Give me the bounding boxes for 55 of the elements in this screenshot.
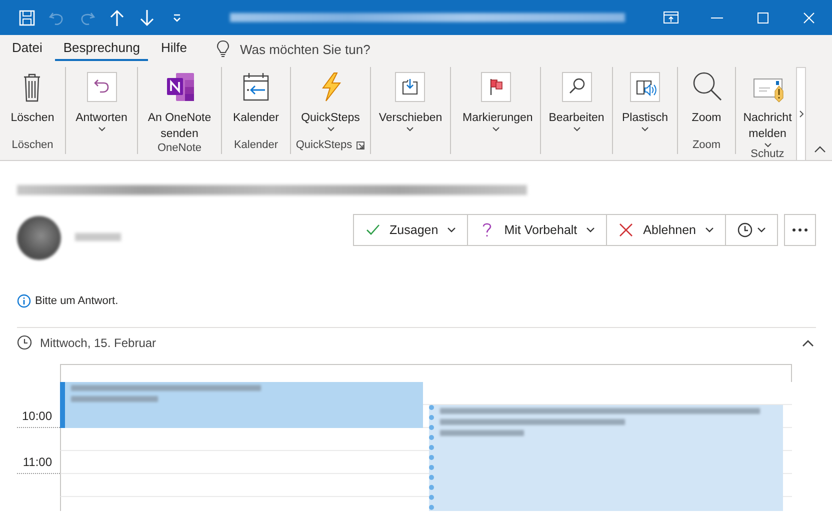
ribbon-button[interactable]: Bearbeiten bbox=[544, 71, 608, 152]
magnifier-icon bbox=[560, 71, 592, 103]
ribbon-tab[interactable]: Hilfe bbox=[152, 37, 195, 61]
ribbon-button[interactable]: QuickSteps bbox=[297, 71, 364, 139]
chevron-up-icon bbox=[802, 338, 814, 346]
dialog-launcher-button[interactable] bbox=[356, 141, 366, 150]
ribbon-tab[interactable]: Besprechung bbox=[55, 37, 148, 61]
group-label: Schutz bbox=[750, 148, 784, 160]
collapse-day-button[interactable] bbox=[802, 338, 814, 346]
chevron-down-icon bbox=[705, 227, 714, 233]
info-message: Bitte um Antwort. bbox=[35, 295, 118, 307]
group-label: OneNote bbox=[157, 142, 202, 155]
chevron-up-icon bbox=[814, 145, 826, 153]
chevron-down-icon bbox=[447, 227, 456, 233]
chevron-right-icon bbox=[798, 110, 804, 118]
book-speaker-icon bbox=[629, 71, 661, 103]
ellipsis-icon bbox=[792, 228, 808, 232]
avatar bbox=[17, 216, 61, 260]
cross-icon bbox=[618, 222, 634, 238]
ribbon-button[interactable]: Zoom bbox=[686, 71, 726, 139]
clock-icon bbox=[737, 222, 753, 238]
save-icon bbox=[17, 8, 37, 28]
more-options-button[interactable] bbox=[784, 214, 816, 246]
blurred-sender bbox=[75, 233, 121, 241]
ribbon-button[interactable]: Markierungen bbox=[458, 71, 532, 152]
maximize-icon bbox=[755, 10, 771, 26]
ribbon-button[interactable]: Verschieben bbox=[374, 71, 446, 152]
ribbon-button[interactable]: Löschen bbox=[6, 71, 58, 139]
time-label: 11:00 bbox=[22, 455, 52, 469]
group-label: QuickSteps bbox=[296, 139, 352, 152]
ribbon-button[interactable]: Nachricht melden bbox=[739, 71, 796, 148]
group-label: Kalender bbox=[234, 139, 278, 152]
collapse-ribbon-button[interactable] bbox=[814, 145, 826, 153]
launcher-icon bbox=[356, 141, 366, 150]
magnifier-icon bbox=[690, 71, 722, 103]
ribbon-button[interactable]: An OneNote senden bbox=[142, 71, 216, 142]
clock-icon bbox=[17, 335, 32, 350]
group-label: Löschen bbox=[12, 139, 54, 152]
time-label: 10:00 bbox=[22, 409, 52, 423]
tell-me-search[interactable]: Was möchten Sie tun? bbox=[240, 42, 370, 56]
chevron-down-icon bbox=[586, 227, 596, 233]
ribbon-button[interactable]: Plastisch bbox=[618, 71, 672, 152]
minimize-icon bbox=[711, 16, 723, 18]
flag-icon bbox=[480, 71, 512, 103]
ribbon-button[interactable]: Kalender bbox=[228, 71, 284, 139]
ribbon-display-icon bbox=[663, 10, 679, 26]
group-label: Zoom bbox=[692, 139, 721, 152]
folder-move-icon bbox=[394, 71, 426, 103]
close-icon bbox=[801, 10, 817, 26]
ribbon-button[interactable]: Antworten bbox=[72, 71, 132, 152]
lightbulb-icon bbox=[216, 40, 230, 58]
ribbon-tab[interactable]: Datei bbox=[4, 37, 50, 61]
day-label: Mittwoch, 15. Februar bbox=[40, 336, 156, 350]
chevron-down-icon bbox=[757, 227, 766, 233]
info-icon bbox=[17, 294, 31, 308]
